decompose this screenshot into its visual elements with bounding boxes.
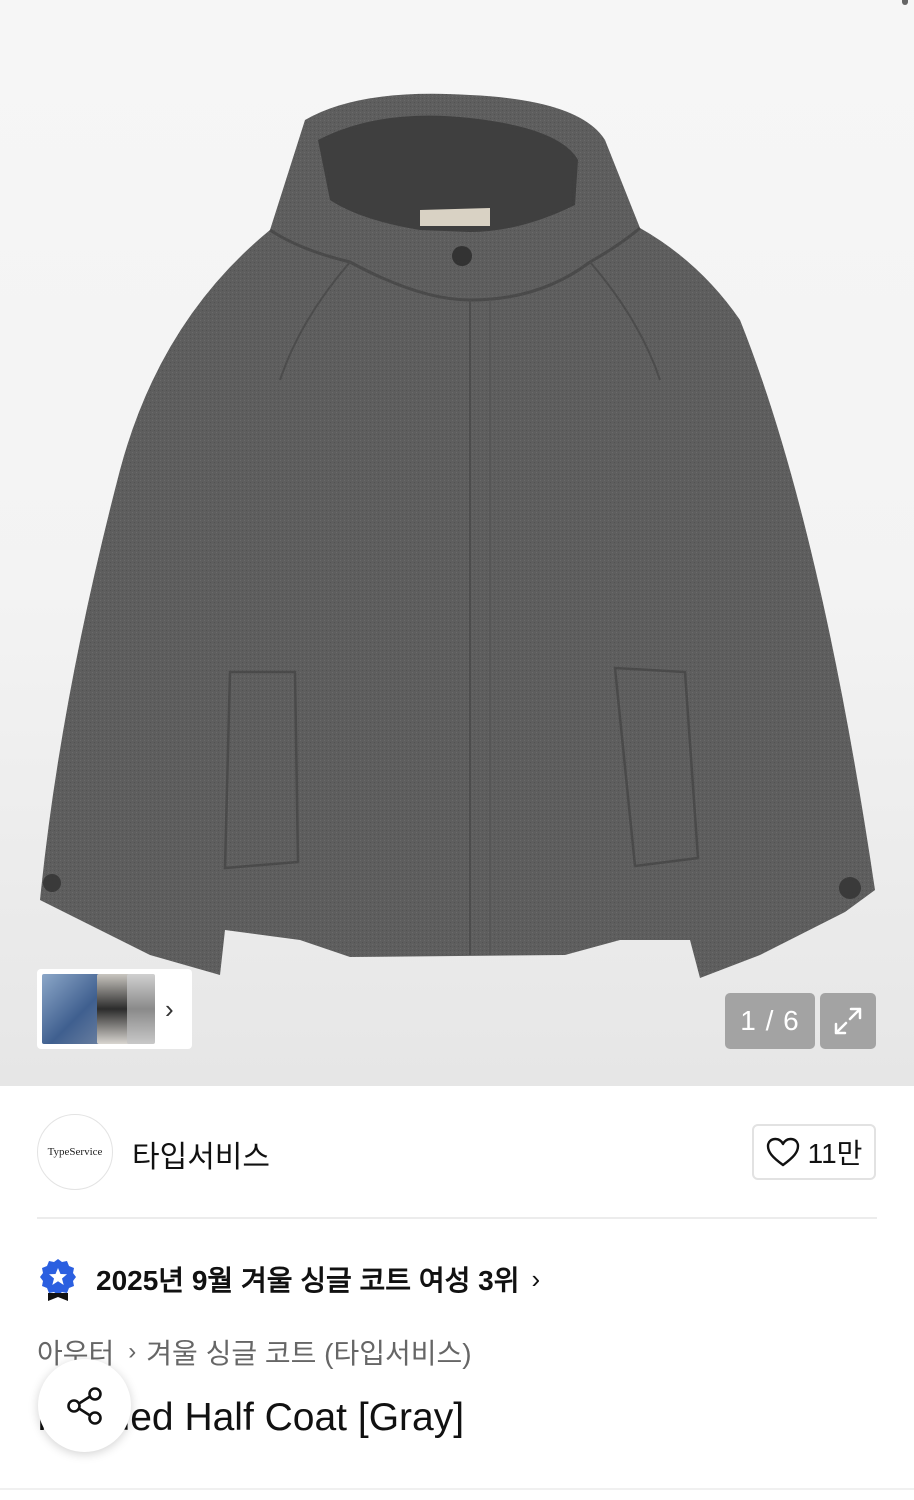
share-button[interactable]	[38, 1359, 131, 1452]
thumbnail-image[interactable]	[127, 974, 155, 1044]
rank-badge-icon	[40, 1259, 76, 1301]
thumbnail-image[interactable]	[97, 974, 131, 1044]
like-button[interactable]: 11만	[752, 1124, 876, 1180]
expand-icon	[834, 1007, 862, 1035]
chevron-right-icon[interactable]: ›	[165, 995, 174, 1023]
thumbnail-strip[interactable]: ›	[37, 969, 192, 1049]
like-count: 11만	[807, 1138, 863, 1169]
chevron-right-icon: ›	[128, 1338, 137, 1365]
brand-logo[interactable]: TypeService	[37, 1114, 113, 1190]
divider	[37, 1217, 877, 1219]
brand-name[interactable]: 타입서비스	[132, 1132, 270, 1176]
brand-row: TypeService 타입서비스 11만	[37, 1114, 877, 1190]
thumbnail-image[interactable]	[42, 974, 102, 1044]
ranking-text: 2025년 9월 겨울 싱글 코트 여성 3위	[96, 1265, 520, 1296]
ranking-link[interactable]: 2025년 9월 겨울 싱글 코트 여성 3위 ›	[40, 1256, 540, 1302]
heart-icon	[766, 1137, 799, 1167]
chevron-right-icon: ›	[531, 1263, 541, 1294]
product-image[interactable]	[0, 0, 914, 1086]
zoom-button[interactable]	[820, 993, 876, 1049]
image-counter: 1 / 6	[725, 993, 815, 1049]
share-icon	[66, 1386, 102, 1425]
product-image-gallery[interactable]: › 1 / 6	[0, 0, 914, 1086]
breadcrumb-item-category[interactable]: 겨울 싱글 코트 (타입서비스)	[146, 1332, 471, 1372]
divider	[0, 1488, 914, 1490]
